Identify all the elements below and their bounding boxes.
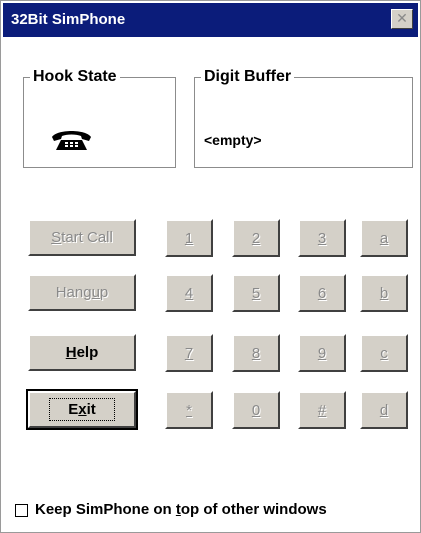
keep-on-top-option[interactable]: Keep SimPhone on top of other windows <box>15 501 327 519</box>
exit-button[interactable]: Exit <box>26 389 138 430</box>
key-star-button[interactable]: * <box>165 391 213 429</box>
simphone-window: 32Bit SimPhone ✕ Hook State Digit Buffer… <box>0 0 421 533</box>
key-9-button[interactable]: 9 <box>298 334 346 372</box>
hook-state-group: Hook State <box>23 68 176 168</box>
key-d-button[interactable]: d <box>360 391 408 429</box>
keep-on-top-label: Keep SimPhone on top of other windows <box>35 501 327 518</box>
key-0-button[interactable]: 0 <box>232 391 280 429</box>
close-icon: ✕ <box>396 11 408 27</box>
digit-buffer-group: Digit Buffer <empty> <box>194 68 413 168</box>
key-6-button[interactable]: 6 <box>298 274 346 312</box>
key-3-button[interactable]: 3 <box>298 219 346 257</box>
close-button[interactable]: ✕ <box>391 9 413 29</box>
keep-on-top-checkbox[interactable] <box>15 503 28 517</box>
key-c-button[interactable]: c <box>360 334 408 372</box>
window-title: 32Bit SimPhone <box>11 11 126 28</box>
key-2-button[interactable]: 2 <box>232 219 280 257</box>
digit-buffer-value: <empty> <box>204 132 262 148</box>
hook-state-label: Hook State <box>30 68 120 86</box>
hangup-button[interactable]: Hangup <box>28 274 136 311</box>
help-button[interactable]: Help <box>28 334 136 371</box>
key-8-button[interactable]: 8 <box>232 334 280 372</box>
telephone-icon <box>52 131 91 150</box>
key-4-button[interactable]: 4 <box>165 274 213 312</box>
key-a-button[interactable]: a <box>360 219 408 257</box>
key-hash-button[interactable]: # <box>298 391 346 429</box>
key-1-button[interactable]: 1 <box>165 219 213 257</box>
key-7-button[interactable]: 7 <box>165 334 213 372</box>
key-b-button[interactable]: b <box>360 274 408 312</box>
title-bar[interactable]: 32Bit SimPhone ✕ <box>3 3 418 37</box>
start-call-button[interactable]: Start Call <box>28 219 136 256</box>
digit-buffer-label: Digit Buffer <box>201 68 295 86</box>
key-5-button[interactable]: 5 <box>232 274 280 312</box>
